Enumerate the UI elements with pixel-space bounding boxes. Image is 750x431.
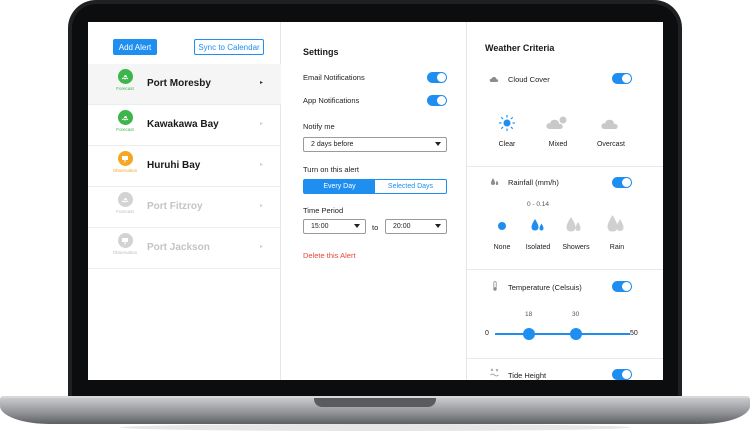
rain-option-isolated[interactable]: Isolated	[518, 244, 558, 251]
sun-icon[interactable]	[498, 114, 516, 132]
location-name: Port Fitzroy	[147, 201, 203, 212]
temperature-min-label: 0	[485, 330, 489, 337]
rain-option-rain[interactable]: Rain	[597, 244, 637, 251]
cloud-option-mixed[interactable]: Mixed	[538, 141, 578, 148]
laptop-frame: Add Alert Sync to Calendar Forecast Port…	[0, 0, 750, 431]
weather-criteria-panel: Weather Criteria Cloud Cover Clear Mixed…	[467, 22, 663, 380]
app-notifications-toggle[interactable]	[427, 95, 447, 106]
location-item-port-jackson[interactable]: Observation Port Jackson ▸	[88, 228, 281, 269]
location-item-huruhi-bay[interactable]: Observation Huruhi Bay ▸	[88, 146, 281, 187]
app-screen: Add Alert Sync to Calendar Forecast Port…	[88, 22, 663, 380]
divider	[467, 358, 663, 359]
isolated-rain-icon[interactable]	[530, 217, 546, 234]
alerts-sidebar: Add Alert Sync to Calendar Forecast Port…	[88, 22, 281, 380]
time-from-value: 15:00	[311, 223, 329, 230]
time-to-label: to	[372, 223, 379, 232]
tide-height-toggle[interactable]	[612, 369, 632, 380]
delete-alert-link[interactable]: Delete this Alert	[303, 251, 356, 260]
app-notifications-label: App Notifications	[303, 96, 360, 105]
forecast-icon	[117, 69, 133, 84]
divider	[467, 269, 663, 270]
rainfall-range-label: 0 - 0.14	[527, 201, 550, 208]
caret-down-icon	[435, 224, 441, 228]
overcast-icon[interactable]	[600, 114, 622, 132]
chevron-right-icon: ▸	[260, 244, 264, 250]
location-type-label: Observation	[112, 168, 138, 173]
cloud-option-clear[interactable]: Clear	[487, 141, 527, 148]
email-notifications-label: Email Notifications	[303, 73, 365, 82]
temperature-low-handle[interactable]	[523, 328, 535, 340]
location-type-label: Forecast	[116, 86, 134, 91]
chevron-right-icon: ▸	[260, 80, 264, 86]
chevron-right-icon: ▸	[260, 203, 264, 209]
dot-icon[interactable]	[497, 221, 507, 231]
weather-criteria-title: Weather Criteria	[485, 43, 555, 53]
observation-icon	[117, 233, 133, 248]
caret-down-icon	[354, 224, 360, 228]
raindrops-icon	[491, 178, 499, 185]
temperature-high-value: 30	[572, 311, 580, 318]
divider	[467, 166, 663, 167]
location-type-label: Observation	[112, 250, 138, 255]
caret-down-icon	[435, 142, 441, 146]
location-item-port-fitzroy[interactable]: Forecast Port Fitzroy ▸	[88, 187, 281, 228]
partly-cloudy-icon[interactable]	[545, 114, 571, 132]
settings-panel: Settings Email Notifications App Notific…	[281, 22, 467, 380]
cloud-icon	[489, 76, 499, 82]
rain-option-none[interactable]: None	[482, 244, 522, 251]
location-name: Kawakawa Bay	[147, 119, 219, 130]
chevron-right-icon: ▸	[260, 162, 264, 168]
temperature-label: Temperature (Celsuis)	[508, 283, 582, 292]
temperature-slider-track[interactable]	[495, 333, 630, 335]
every-day-tab[interactable]: Every Day	[304, 180, 375, 193]
location-name: Port Jackson	[147, 242, 210, 253]
cloud-option-overcast[interactable]: Overcast	[591, 141, 631, 148]
location-item-kawakawa-bay[interactable]: Forecast Kawakawa Bay ▸	[88, 105, 281, 146]
chevron-right-icon: ▸	[260, 121, 264, 127]
laptop-shadow	[120, 424, 630, 431]
thermometer-icon	[493, 281, 497, 291]
forecast-icon	[117, 192, 133, 207]
time-to-value: 20:00	[393, 223, 411, 230]
notify-me-value: 2 days before	[311, 141, 354, 148]
location-name: Port Moresby	[147, 78, 211, 89]
time-to-select[interactable]: 20:00	[385, 219, 447, 234]
time-from-select[interactable]: 15:00	[303, 219, 366, 234]
settings-title: Settings	[303, 47, 339, 57]
add-alert-button[interactable]: Add Alert	[113, 39, 157, 55]
email-notifications-toggle[interactable]	[427, 72, 447, 83]
rainfall-toggle[interactable]	[612, 177, 632, 188]
tide-icon	[490, 368, 499, 377]
days-segmented-control: Every Day Selected Days	[303, 179, 447, 194]
time-period-label: Time Period	[303, 206, 344, 215]
showers-icon[interactable]	[565, 215, 583, 235]
rain-option-showers[interactable]: Showers	[556, 244, 596, 251]
location-type-label: Forecast	[116, 127, 134, 132]
tide-height-label: Tide Height	[508, 371, 547, 380]
location-item-port-moresby[interactable]: Forecast Port Moresby ▸	[88, 64, 281, 105]
location-name: Huruhi Bay	[147, 160, 201, 171]
sync-calendar-button[interactable]: Sync to Calendar	[194, 39, 264, 55]
temperature-max-label: 50	[630, 330, 638, 337]
temperature-low-value: 18	[525, 311, 533, 318]
laptop-notch	[314, 398, 436, 407]
rainfall-label: Rainfall (mm/h)	[508, 178, 559, 187]
temperature-high-handle[interactable]	[570, 328, 582, 340]
cloud-cover-toggle[interactable]	[612, 73, 632, 84]
notify-me-select[interactable]: 2 days before	[303, 137, 447, 152]
cloud-cover-label: Cloud Cover	[508, 75, 550, 84]
temperature-toggle[interactable]	[612, 281, 632, 292]
notify-me-label: Notify me	[303, 122, 335, 131]
rain-icon[interactable]	[606, 213, 626, 235]
turn-on-label: Turn on this alert	[303, 165, 359, 174]
observation-icon	[117, 151, 133, 166]
forecast-icon	[117, 110, 133, 125]
location-type-label: Forecast	[116, 209, 134, 214]
selected-days-tab[interactable]: Selected Days	[375, 180, 446, 193]
